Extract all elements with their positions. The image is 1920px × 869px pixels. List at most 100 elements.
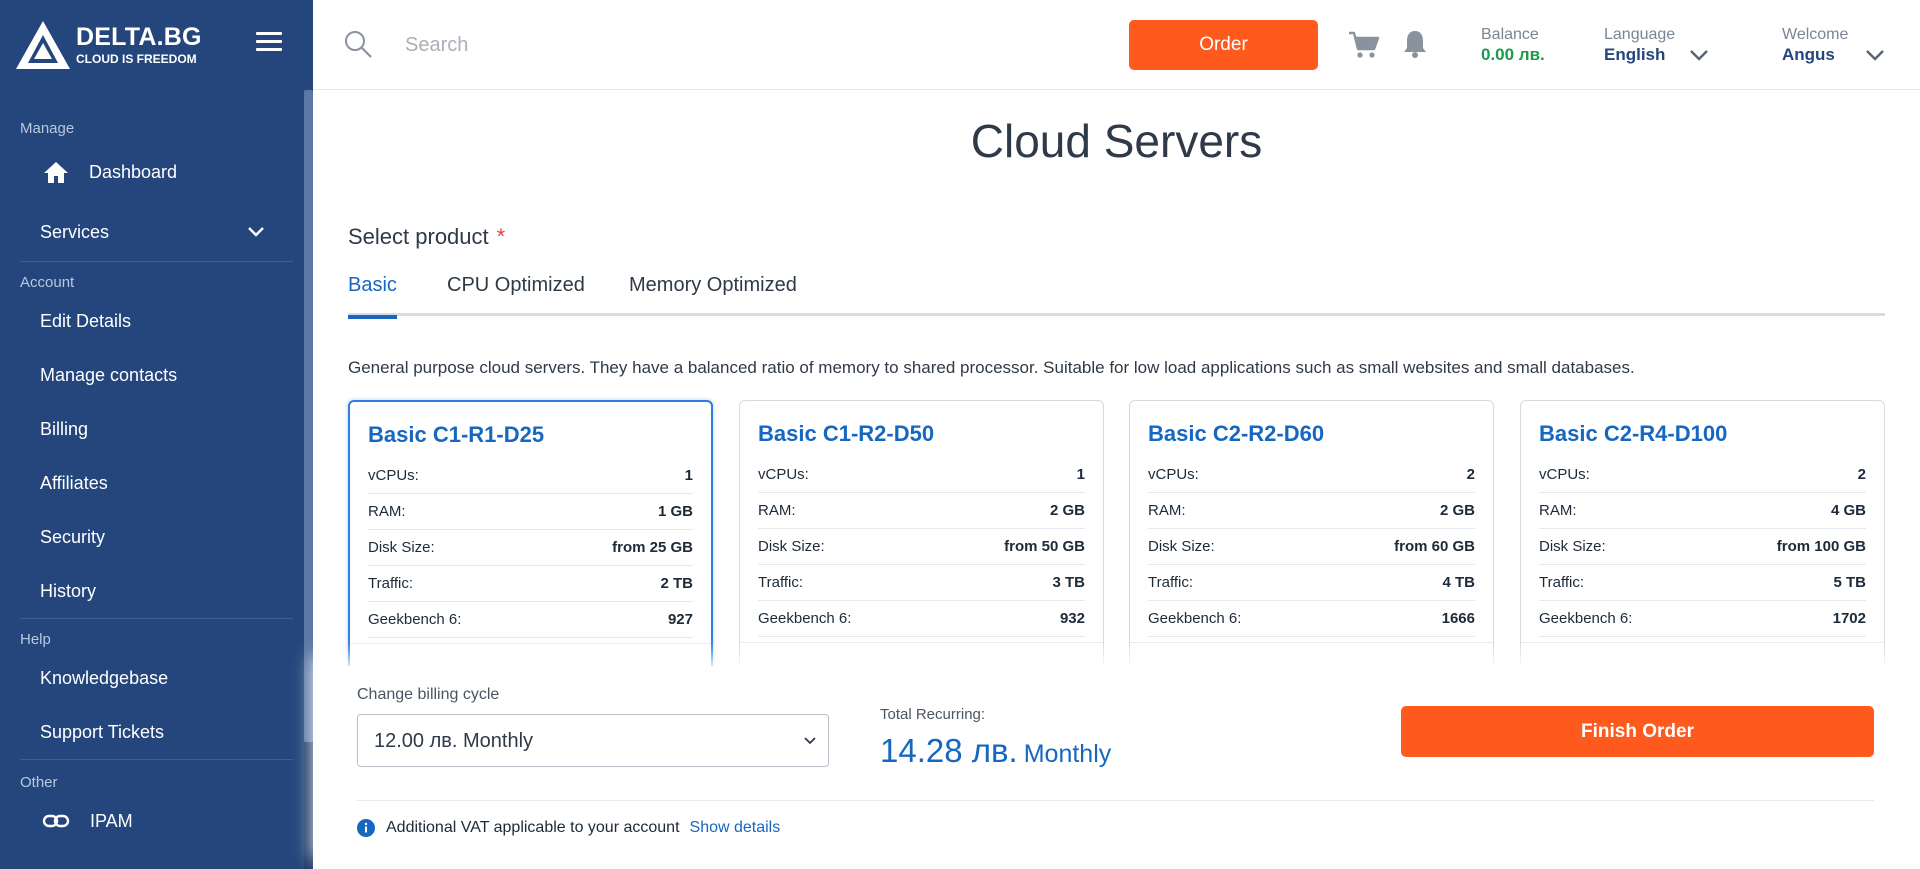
spec-row-traffic: Traffic: 3 TB <box>758 565 1085 601</box>
product-name: Basic C1-R1-D25 <box>368 422 545 447</box>
spec-label: Geekbench 6: <box>1148 610 1242 627</box>
spec-value: 1702 <box>1832 610 1866 627</box>
spec-value: 2 <box>1466 466 1475 483</box>
sidebar-item-label: Billing <box>40 418 89 439</box>
spec-label: RAM: <box>1148 502 1186 519</box>
sidebar-item-security[interactable]: Security <box>0 510 304 564</box>
sidebar-item-ipam[interactable]: IPAM <box>0 794 304 848</box>
billing-cycle-label: Change billing cycle <box>357 686 500 703</box>
sidebar-item-label: Services <box>40 221 110 242</box>
hamburger-menu-icon[interactable] <box>256 32 282 54</box>
language-value: English <box>1604 45 1666 64</box>
search-input[interactable] <box>405 28 905 62</box>
select-product-label: Select product * <box>348 224 505 250</box>
sidebar-item-billing[interactable]: Billing <box>0 402 304 456</box>
sidebar-item-label: Dashboard <box>89 161 178 182</box>
chevron-down-icon[interactable] <box>1864 44 1886 66</box>
search-icon[interactable] <box>343 29 373 59</box>
section-title-account: Account <box>20 274 75 291</box>
delta-logo-icon <box>16 21 70 69</box>
section-title-help: Help <box>20 631 51 648</box>
spec-value: 1666 <box>1441 610 1475 627</box>
sidebar-item-manage-contacts[interactable]: Manage contacts <box>0 348 304 402</box>
tab-cpu-optimized[interactable]: CPU Optimized <box>447 274 585 316</box>
sidebar-scrollbar-track <box>304 742 313 869</box>
spec-value: 932 <box>1059 610 1085 627</box>
product-name: Basic C1-R2-D50 <box>758 421 935 446</box>
sidebar-item-history[interactable]: History <box>0 564 304 618</box>
cart-icon[interactable] <box>1348 30 1380 60</box>
spec-value: 2 GB <box>1439 502 1475 519</box>
spec-value: from 60 GB <box>1394 538 1475 555</box>
divider <box>357 800 1874 801</box>
sidebar-item-edit-details[interactable]: Edit Details <box>0 294 304 348</box>
spec-label: RAM: <box>758 502 796 519</box>
chevron-down-icon <box>248 227 264 237</box>
spec-value: from 50 GB <box>1004 538 1085 555</box>
vat-text: Additional VAT applicable to your accoun… <box>386 819 680 836</box>
divider <box>20 261 293 262</box>
spec-label: vCPUs: <box>1539 466 1590 483</box>
spec-row-traffic: Traffic: 2 TB <box>368 566 693 602</box>
spec-label: vCPUs: <box>758 466 809 483</box>
spec-value: 2 GB <box>1049 502 1085 519</box>
sidebar-item-services[interactable]: Services <box>0 205 304 259</box>
sidebar-item-knowledgebase[interactable]: Knowledgebase <box>0 651 304 705</box>
spec-row-disk: Disk Size: from 60 GB <box>1148 529 1475 565</box>
balance-block: Balance 0.00 лв. <box>1481 26 1545 64</box>
sidebar-item-support-tickets[interactable]: Support Tickets <box>0 705 304 759</box>
balance-value: 0.00 лв. <box>1481 45 1545 64</box>
language-selector[interactable]: Language English <box>1604 27 1675 64</box>
billing-cycle-select[interactable]: 12.00 лв. Monthly <box>357 714 829 767</box>
sidebar-item-label: Affiliates <box>40 472 108 493</box>
spec-row-vcpus: vCPUs: 2 <box>1539 457 1866 493</box>
section-title-other: Other <box>20 774 58 791</box>
link-icon <box>42 814 70 828</box>
spec-value: 1 GB <box>657 503 693 520</box>
user-menu[interactable]: Welcome Angus <box>1782 26 1849 64</box>
page-title: Cloud Servers <box>970 115 1263 167</box>
spec-row-traffic: Traffic: 5 TB <box>1539 565 1866 601</box>
card-divider <box>1521 642 1884 643</box>
spec-label: Disk Size: <box>368 539 435 556</box>
spec-row-traffic: Traffic: 4 TB <box>1148 565 1475 601</box>
order-button[interactable]: Order <box>1129 20 1318 70</box>
spec-label: RAM: <box>1539 502 1577 519</box>
welcome-label: Welcome <box>1782 26 1849 43</box>
brand-tagline: CLOUD IS FREEDOM <box>76 52 197 66</box>
spec-value: 927 <box>667 611 693 628</box>
topbar: Order Balance 0.00 лв. Language English … <box>313 0 1920 90</box>
spec-label: Traffic: <box>1148 574 1194 591</box>
spec-label: Disk Size: <box>1539 538 1606 555</box>
divider <box>20 618 293 619</box>
tab-basic[interactable]: Basic <box>348 274 397 319</box>
balance-label: Balance <box>1481 26 1539 43</box>
finish-order-button[interactable]: Finish Order <box>1401 706 1874 757</box>
spec-row-ram: RAM: 1 GB <box>368 494 693 530</box>
spec-value: 2 <box>1857 466 1866 483</box>
section-title-manage: Manage <box>20 120 75 137</box>
chevron-down-icon[interactable] <box>1688 44 1710 66</box>
home-icon <box>44 162 68 183</box>
sidebar-scrollbar[interactable] <box>304 90 313 742</box>
spec-row-vcpus: vCPUs: 1 <box>758 457 1085 493</box>
sidebar-item-label: History <box>40 580 97 601</box>
category-description: General purpose cloud servers. They have… <box>348 358 1635 377</box>
spec-row-geekbench: Geekbench 6: 932 <box>758 601 1085 637</box>
show-details-link[interactable]: Show details <box>690 819 781 837</box>
sidebar-item-affiliates[interactable]: Affiliates <box>0 456 304 510</box>
spec-row-disk: Disk Size: from 100 GB <box>1539 529 1866 565</box>
required-mark: * <box>496 224 506 249</box>
divider <box>20 759 293 760</box>
product-tabs: Basic CPU Optimized Memory Optimized <box>348 274 1885 319</box>
spec-value: 2 TB <box>660 575 693 592</box>
info-icon <box>357 819 375 837</box>
vat-notice: Additional VAT applicable to your accoun… <box>357 819 780 837</box>
spec-row-ram: RAM: 4 GB <box>1539 493 1866 529</box>
spec-row-ram: RAM: 2 GB <box>1148 493 1475 529</box>
sidebar-item-dashboard[interactable]: Dashboard <box>0 145 304 199</box>
tab-memory-optimized[interactable]: Memory Optimized <box>629 274 797 316</box>
bell-icon[interactable] <box>1401 28 1429 60</box>
sidebar-item-label: Edit Details <box>40 310 132 331</box>
spec-value: 1 <box>684 467 693 484</box>
